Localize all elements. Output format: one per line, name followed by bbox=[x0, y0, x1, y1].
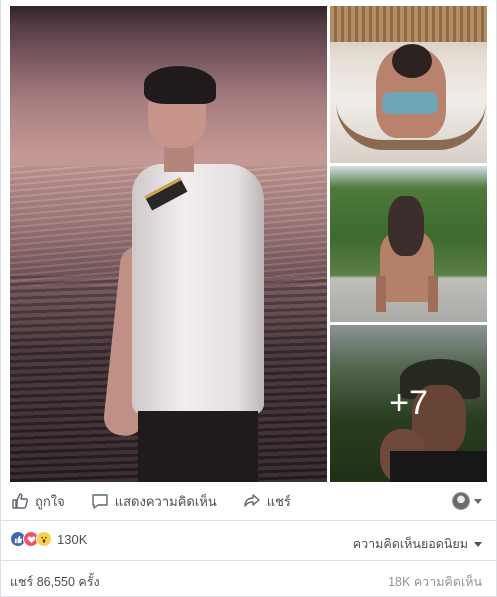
comment-icon bbox=[92, 494, 108, 509]
chevron-down-icon bbox=[474, 498, 482, 504]
divider bbox=[1, 520, 496, 521]
thumbnail-photo-2[interactable] bbox=[330, 166, 487, 322]
comment-count[interactable]: 18K ความคิดเห็น bbox=[388, 572, 482, 592]
viewer-avatar bbox=[452, 492, 470, 510]
like-label: ถูกใจ bbox=[35, 493, 65, 509]
divider bbox=[1, 560, 496, 561]
main-photo[interactable] bbox=[10, 6, 327, 482]
share-button[interactable]: แชร์ bbox=[243, 491, 291, 512]
comment-button[interactable]: แสดงความคิดเห็น bbox=[91, 491, 217, 512]
thumbnail-photo-3[interactable]: +7 bbox=[330, 325, 487, 482]
more-photos-count: +7 bbox=[389, 384, 428, 422]
thumbs-up-icon bbox=[12, 493, 29, 509]
chevron-down-icon bbox=[474, 541, 482, 547]
comment-sort-label: ความคิดเห็นยอดนิยม bbox=[352, 537, 468, 551]
comment-label: แสดงความคิดเห็น bbox=[114, 493, 217, 509]
thumbnail-photo-1[interactable] bbox=[330, 6, 487, 163]
reaction-count: 130K bbox=[57, 531, 88, 547]
post-card: +7 ถูกใจ แสดงความคิดเห็น แชร์ 130K ความค… bbox=[0, 0, 497, 597]
photo-sky bbox=[10, 6, 327, 28]
post-as-selector[interactable] bbox=[452, 492, 482, 510]
share-count[interactable]: แชร์ 86,550 ครั้ง bbox=[10, 572, 100, 592]
photo-grid: +7 bbox=[10, 6, 487, 482]
action-bar: ถูกใจ แสดงความคิดเห็น แชร์ bbox=[1, 482, 496, 520]
wow-reaction-icon bbox=[36, 531, 52, 547]
comment-sort-dropdown[interactable]: ความคิดเห็นยอดนิยม bbox=[353, 534, 482, 554]
like-button[interactable]: ถูกใจ bbox=[11, 491, 65, 512]
share-icon bbox=[244, 494, 260, 507]
share-label: แชร์ bbox=[266, 493, 291, 509]
reaction-summary[interactable]: 130K bbox=[10, 531, 87, 547]
more-photos-overlay[interactable]: +7 bbox=[330, 325, 487, 482]
photo-subject bbox=[102, 66, 276, 482]
